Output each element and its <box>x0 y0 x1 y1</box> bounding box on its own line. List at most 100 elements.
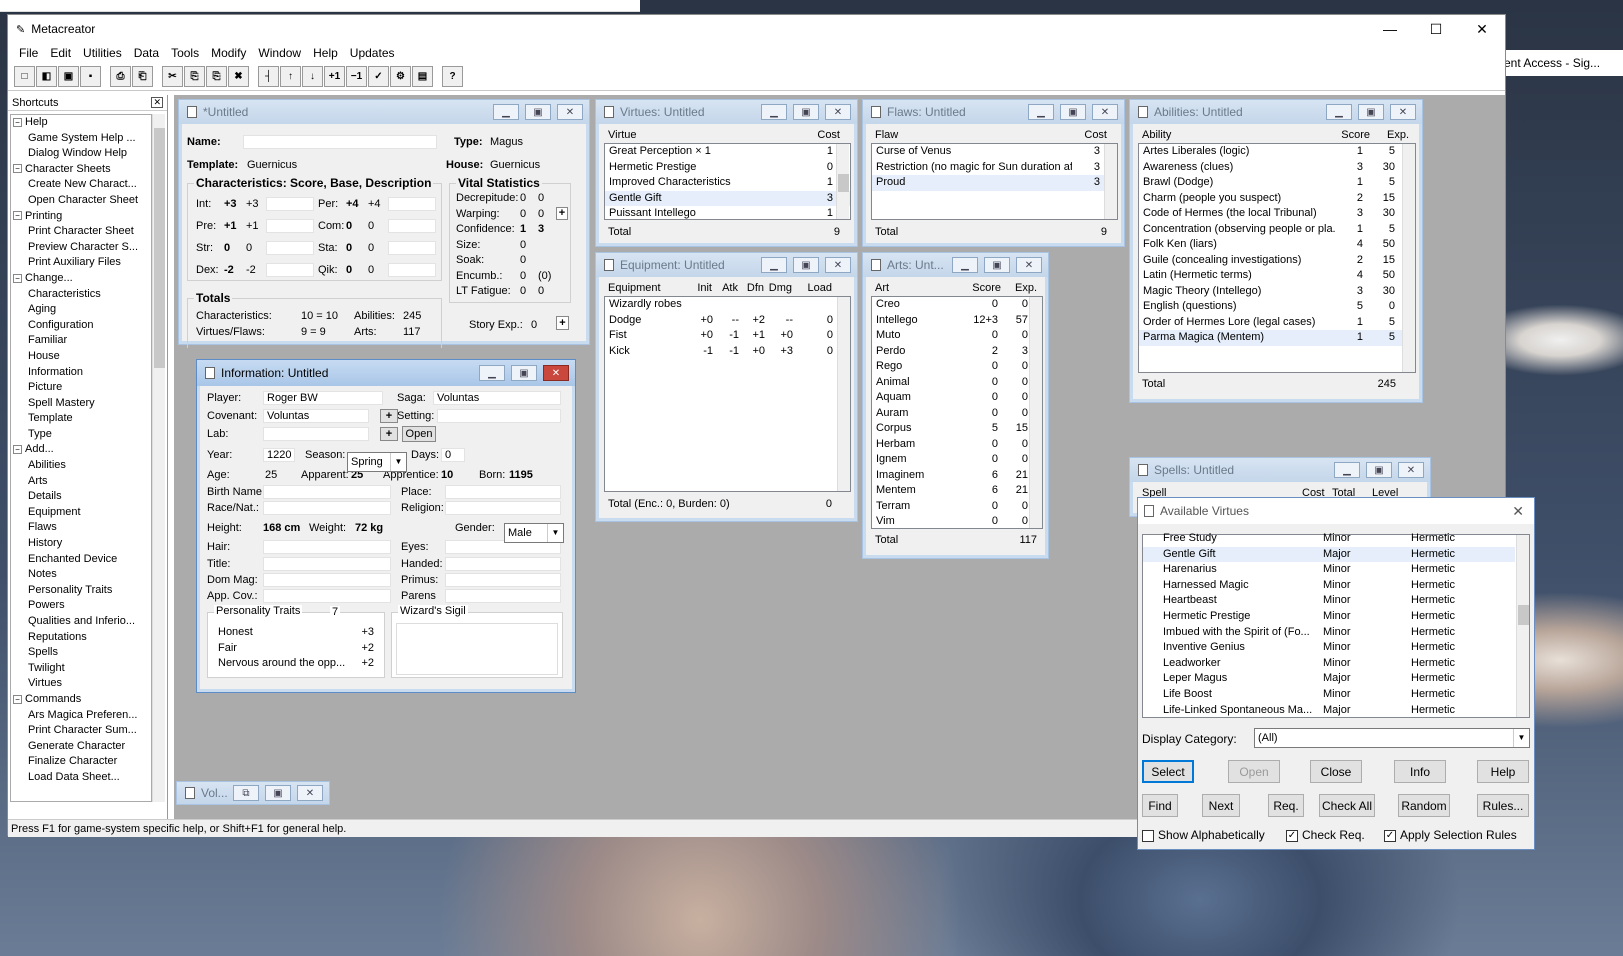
lab-field[interactable] <box>263 427 369 441</box>
minimize-button[interactable]: ▁ <box>493 104 519 120</box>
art-row[interactable]: Animal 0 0 <box>872 375 1042 391</box>
menu-item-tools[interactable]: Tools <box>165 46 205 60</box>
close-button[interactable]: ✕ <box>1092 104 1118 120</box>
setting-field[interactable] <box>437 409 561 423</box>
paste-icon[interactable]: ⎘ <box>206 66 227 87</box>
shortcut-item[interactable]: Abilities <box>11 458 151 474</box>
shortcut-item[interactable]: Template <box>11 411 151 427</box>
lab-add-button[interactable]: + <box>380 427 398 441</box>
scroll-thumb[interactable] <box>838 174 849 192</box>
minimize-button[interactable]: ▁ <box>1326 104 1352 120</box>
dommag-field[interactable] <box>263 573 391 587</box>
column-header-art[interactable]: Art <box>871 281 961 296</box>
column-header-exp[interactable]: Exp. <box>1005 281 1041 296</box>
restore-button[interactable]: ▣ <box>793 104 819 120</box>
minimized-window[interactable]: Vol... ⧉ ▣ ✕ <box>176 781 330 805</box>
available-virtue-row[interactable]: Harenarius Minor Hermetic <box>1143 562 1515 578</box>
minimize-button[interactable]: ▁ <box>1334 462 1360 478</box>
close-icon[interactable]: ✕ <box>151 97 163 108</box>
close-button[interactable]: ✕ <box>1459 15 1505 43</box>
ability-row[interactable]: Awareness (clues) 3 30 <box>1139 160 1415 176</box>
characteristic-score[interactable]: -2 <box>224 264 234 276</box>
art-row[interactable]: Perdo 2 3 <box>872 344 1042 360</box>
story-exp-value[interactable]: 0 <box>531 319 537 331</box>
year-field[interactable]: 1220 <box>263 448 295 462</box>
column-header-dfn[interactable]: Dfn <box>742 281 768 296</box>
template-value[interactable]: Guernicus <box>247 159 297 171</box>
scroll-thumb[interactable] <box>1518 605 1529 625</box>
shortcut-item[interactable]: Picture <box>11 380 151 396</box>
shortcut-item[interactable]: Finalize Character <box>11 754 151 770</box>
close-button[interactable]: ✕ <box>825 257 851 273</box>
virtues-scrollbar[interactable] <box>836 144 849 219</box>
characteristic-score[interactable]: +1 <box>224 220 237 232</box>
place-field[interactable] <box>445 485 561 499</box>
art-row[interactable]: Herbam 0 0 <box>872 437 1042 453</box>
list-scrollbar[interactable] <box>1029 297 1042 528</box>
art-row[interactable]: Aquam 0 0 <box>872 390 1042 406</box>
close-button[interactable]: ✕ <box>1398 462 1424 478</box>
shortcut-item[interactable]: Create New Charact... <box>11 177 151 193</box>
info-button[interactable]: Info <box>1394 760 1446 783</box>
shortcut-item[interactable]: Load Data Sheet... <box>11 770 151 786</box>
shortcut-item[interactable]: Enchanted Device <box>11 552 151 568</box>
hair-field[interactable] <box>263 540 391 554</box>
shortcut-group[interactable]: − Help <box>11 115 151 131</box>
characteristic-description[interactable] <box>388 263 436 277</box>
shortcut-item[interactable]: Flaws <box>11 520 151 536</box>
characteristic-description[interactable] <box>388 219 436 233</box>
ability-row[interactable]: Brawl (Dodge) 1 5 <box>1139 175 1415 191</box>
delete-icon[interactable]: ✖ <box>228 66 249 87</box>
vital-value-secondary[interactable]: 0 <box>538 192 544 204</box>
art-row[interactable]: Corpus 5 15 <box>872 421 1042 437</box>
ability-row[interactable]: Magic Theory (Intellego) 3 30 <box>1139 284 1415 300</box>
vital-value-secondary[interactable]: 3 <box>538 223 544 235</box>
characteristic-score[interactable]: 0 <box>346 264 352 276</box>
characteristic-description[interactable] <box>388 241 436 255</box>
print-icon[interactable]: ⎙ <box>110 66 131 87</box>
warping-plus-button[interactable]: + <box>556 206 568 220</box>
random-button[interactable]: Random <box>1398 794 1450 817</box>
ability-row[interactable]: Concentration (observing people or pla..… <box>1139 222 1415 238</box>
shortcut-item[interactable]: Dialog Window Help <box>11 146 151 162</box>
saga-field[interactable]: Voluntas <box>433 391 561 405</box>
shortcut-item[interactable]: Print Character Sheet <box>11 224 151 240</box>
restore-button[interactable]: ▣ <box>793 257 819 273</box>
lab-open-button[interactable]: Open <box>402 426 436 442</box>
open-folder-icon[interactable]: ▣ <box>58 66 79 87</box>
column-header-equipment[interactable]: Equipment <box>604 281 688 296</box>
rules-button[interactable]: Rules... <box>1477 794 1529 817</box>
weight-field[interactable]: 72 kg <box>355 522 383 534</box>
art-row[interactable]: Rego 0 0 <box>872 359 1042 375</box>
available-virtue-row[interactable]: Inventive Genius Minor Hermetic <box>1143 640 1515 656</box>
title-field[interactable] <box>263 557 391 571</box>
column-header-flaw[interactable]: Flaw <box>871 128 1071 143</box>
display-category-dropdown[interactable]: (All) ▼ <box>1254 728 1530 748</box>
art-row[interactable]: Terram 0 0 <box>872 499 1042 515</box>
art-row[interactable]: Ignem 0 0 <box>872 452 1042 468</box>
primus-field[interactable] <box>445 573 561 587</box>
req-button[interactable]: Req. <box>1268 794 1304 817</box>
shortcut-item[interactable]: Notes <box>11 567 151 583</box>
vital-value-secondary[interactable]: 0 <box>538 285 544 297</box>
browser-tab[interactable] <box>150 0 390 12</box>
collapse-icon[interactable]: − <box>13 164 22 174</box>
ability-row[interactable]: Artes Liberales (logic) 1 5 <box>1139 144 1415 160</box>
vital-value[interactable]: 0 <box>520 254 526 266</box>
characteristic-score[interactable]: 0 <box>224 242 230 254</box>
checkall-button[interactable]: Check All <box>1319 794 1375 817</box>
close-button[interactable]: ✕ <box>557 104 583 120</box>
characteristic-score[interactable]: 0 <box>346 242 352 254</box>
shortcut-item[interactable]: Virtues <box>11 676 151 692</box>
age-field[interactable]: 25 <box>265 469 277 481</box>
apply-selection-rules-checkbox[interactable]: ✓ Apply Selection Rules <box>1384 828 1517 842</box>
close-button[interactable]: ✕ <box>1016 257 1042 273</box>
column-header-virtue[interactable]: Virtue <box>604 128 804 143</box>
list-scrollbar[interactable] <box>1402 144 1415 372</box>
vital-value[interactable]: 0 <box>520 270 526 282</box>
gender-dropdown[interactable]: Male ▼ <box>504 523 564 543</box>
apprentice-field[interactable]: 10 <box>441 469 453 481</box>
available-virtue-row[interactable]: Life Boost Minor Hermetic <box>1143 687 1515 703</box>
shortcut-item[interactable]: Ars Magica Preferen... <box>11 708 151 724</box>
maximize-button[interactable]: ☐ <box>1413 15 1459 43</box>
